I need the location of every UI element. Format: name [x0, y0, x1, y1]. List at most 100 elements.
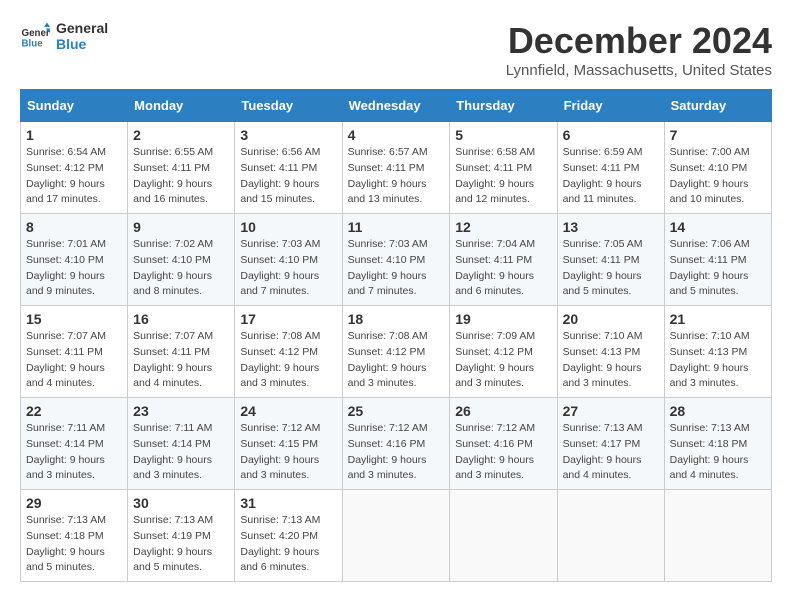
calendar-cell: 27 Sunrise: 7:13 AM Sunset: 4:17 PM Dayl… [557, 398, 664, 490]
calendar-week-row: 8 Sunrise: 7:01 AM Sunset: 4:10 PM Dayli… [21, 214, 772, 306]
day-of-week-header: Friday [557, 90, 664, 122]
calendar-week-row: 15 Sunrise: 7:07 AM Sunset: 4:11 PM Dayl… [21, 306, 772, 398]
calendar: SundayMondayTuesdayWednesdayThursdayFrid… [20, 89, 772, 582]
day-number: 1 [26, 127, 122, 143]
day-number: 16 [133, 311, 229, 327]
day-detail: Sunrise: 7:03 AM Sunset: 4:10 PM Dayligh… [240, 237, 336, 300]
calendar-cell: 19 Sunrise: 7:09 AM Sunset: 4:12 PM Dayl… [450, 306, 557, 398]
day-number: 9 [133, 219, 229, 235]
day-of-week-header: Monday [128, 90, 235, 122]
day-detail: Sunrise: 7:10 AM Sunset: 4:13 PM Dayligh… [563, 329, 659, 392]
day-number: 5 [455, 127, 551, 143]
day-of-week-header: Sunday [21, 90, 128, 122]
day-number: 28 [670, 403, 766, 419]
day-number: 4 [348, 127, 445, 143]
calendar-cell: 4 Sunrise: 6:57 AM Sunset: 4:11 PM Dayli… [342, 122, 450, 214]
day-detail: Sunrise: 7:12 AM Sunset: 4:16 PM Dayligh… [348, 421, 445, 484]
day-detail: Sunrise: 6:59 AM Sunset: 4:11 PM Dayligh… [563, 145, 659, 208]
calendar-cell: 25 Sunrise: 7:12 AM Sunset: 4:16 PM Dayl… [342, 398, 450, 490]
svg-text:General: General [22, 28, 51, 39]
day-number: 13 [563, 219, 659, 235]
day-number: 26 [455, 403, 551, 419]
calendar-cell: 12 Sunrise: 7:04 AM Sunset: 4:11 PM Dayl… [450, 214, 557, 306]
day-number: 20 [563, 311, 659, 327]
day-of-week-header: Thursday [450, 90, 557, 122]
day-detail: Sunrise: 7:07 AM Sunset: 4:11 PM Dayligh… [133, 329, 229, 392]
day-detail: Sunrise: 6:54 AM Sunset: 4:12 PM Dayligh… [26, 145, 122, 208]
header: General Blue General Blue December 2024 … [20, 20, 772, 79]
day-detail: Sunrise: 7:04 AM Sunset: 4:11 PM Dayligh… [455, 237, 551, 300]
day-number: 22 [26, 403, 122, 419]
day-number: 18 [348, 311, 445, 327]
day-number: 6 [563, 127, 659, 143]
day-detail: Sunrise: 7:08 AM Sunset: 4:12 PM Dayligh… [240, 329, 336, 392]
day-detail: Sunrise: 7:13 AM Sunset: 4:18 PM Dayligh… [26, 513, 122, 576]
day-of-week-header: Saturday [664, 90, 771, 122]
day-number: 11 [348, 219, 445, 235]
day-detail: Sunrise: 7:10 AM Sunset: 4:13 PM Dayligh… [670, 329, 766, 392]
calendar-cell: 24 Sunrise: 7:12 AM Sunset: 4:15 PM Dayl… [235, 398, 342, 490]
day-detail: Sunrise: 7:13 AM Sunset: 4:19 PM Dayligh… [133, 513, 229, 576]
calendar-cell: 17 Sunrise: 7:08 AM Sunset: 4:12 PM Dayl… [235, 306, 342, 398]
day-number: 15 [26, 311, 122, 327]
calendar-week-row: 1 Sunrise: 6:54 AM Sunset: 4:12 PM Dayli… [21, 122, 772, 214]
logo-text-line2: Blue [56, 36, 108, 52]
day-detail: Sunrise: 7:13 AM Sunset: 4:20 PM Dayligh… [240, 513, 336, 576]
logo-icon: General Blue [20, 21, 50, 51]
calendar-cell [342, 490, 450, 582]
calendar-cell: 20 Sunrise: 7:10 AM Sunset: 4:13 PM Dayl… [557, 306, 664, 398]
day-number: 17 [240, 311, 336, 327]
day-number: 3 [240, 127, 336, 143]
calendar-cell: 6 Sunrise: 6:59 AM Sunset: 4:11 PM Dayli… [557, 122, 664, 214]
logo-text-line1: General [56, 20, 108, 36]
calendar-cell: 29 Sunrise: 7:13 AM Sunset: 4:18 PM Dayl… [21, 490, 128, 582]
calendar-cell: 21 Sunrise: 7:10 AM Sunset: 4:13 PM Dayl… [664, 306, 771, 398]
day-detail: Sunrise: 7:02 AM Sunset: 4:10 PM Dayligh… [133, 237, 229, 300]
calendar-cell: 3 Sunrise: 6:56 AM Sunset: 4:11 PM Dayli… [235, 122, 342, 214]
day-detail: Sunrise: 7:07 AM Sunset: 4:11 PM Dayligh… [26, 329, 122, 392]
calendar-cell: 30 Sunrise: 7:13 AM Sunset: 4:19 PM Dayl… [128, 490, 235, 582]
day-detail: Sunrise: 7:01 AM Sunset: 4:10 PM Dayligh… [26, 237, 122, 300]
day-detail: Sunrise: 7:13 AM Sunset: 4:17 PM Dayligh… [563, 421, 659, 484]
calendar-cell: 23 Sunrise: 7:11 AM Sunset: 4:14 PM Dayl… [128, 398, 235, 490]
calendar-cell: 2 Sunrise: 6:55 AM Sunset: 4:11 PM Dayli… [128, 122, 235, 214]
day-detail: Sunrise: 7:08 AM Sunset: 4:12 PM Dayligh… [348, 329, 445, 392]
calendar-cell: 31 Sunrise: 7:13 AM Sunset: 4:20 PM Dayl… [235, 490, 342, 582]
day-number: 19 [455, 311, 551, 327]
calendar-cell: 13 Sunrise: 7:05 AM Sunset: 4:11 PM Dayl… [557, 214, 664, 306]
calendar-cell: 28 Sunrise: 7:13 AM Sunset: 4:18 PM Dayl… [664, 398, 771, 490]
calendar-cell [664, 490, 771, 582]
day-detail: Sunrise: 7:06 AM Sunset: 4:11 PM Dayligh… [670, 237, 766, 300]
calendar-header-row: SundayMondayTuesdayWednesdayThursdayFrid… [21, 90, 772, 122]
calendar-cell: 18 Sunrise: 7:08 AM Sunset: 4:12 PM Dayl… [342, 306, 450, 398]
calendar-week-row: 22 Sunrise: 7:11 AM Sunset: 4:14 PM Dayl… [21, 398, 772, 490]
day-number: 8 [26, 219, 122, 235]
day-number: 7 [670, 127, 766, 143]
day-detail: Sunrise: 7:11 AM Sunset: 4:14 PM Dayligh… [133, 421, 229, 484]
calendar-cell: 14 Sunrise: 7:06 AM Sunset: 4:11 PM Dayl… [664, 214, 771, 306]
month-title: December 2024 [506, 20, 772, 62]
title-area: December 2024 Lynnfield, Massachusetts, … [506, 20, 772, 79]
day-detail: Sunrise: 6:58 AM Sunset: 4:11 PM Dayligh… [455, 145, 551, 208]
logo: General Blue General Blue [20, 20, 108, 52]
calendar-cell: 9 Sunrise: 7:02 AM Sunset: 4:10 PM Dayli… [128, 214, 235, 306]
day-detail: Sunrise: 7:13 AM Sunset: 4:18 PM Dayligh… [670, 421, 766, 484]
day-number: 25 [348, 403, 445, 419]
calendar-cell: 8 Sunrise: 7:01 AM Sunset: 4:10 PM Dayli… [21, 214, 128, 306]
svg-text:Blue: Blue [22, 39, 44, 50]
day-number: 12 [455, 219, 551, 235]
day-number: 2 [133, 127, 229, 143]
day-number: 23 [133, 403, 229, 419]
day-detail: Sunrise: 7:11 AM Sunset: 4:14 PM Dayligh… [26, 421, 122, 484]
location-title: Lynnfield, Massachusetts, United States [506, 62, 772, 79]
calendar-cell: 7 Sunrise: 7:00 AM Sunset: 4:10 PM Dayli… [664, 122, 771, 214]
calendar-cell: 10 Sunrise: 7:03 AM Sunset: 4:10 PM Dayl… [235, 214, 342, 306]
day-detail: Sunrise: 6:55 AM Sunset: 4:11 PM Dayligh… [133, 145, 229, 208]
day-number: 21 [670, 311, 766, 327]
day-number: 31 [240, 495, 336, 511]
day-of-week-header: Wednesday [342, 90, 450, 122]
day-detail: Sunrise: 6:57 AM Sunset: 4:11 PM Dayligh… [348, 145, 445, 208]
calendar-week-row: 29 Sunrise: 7:13 AM Sunset: 4:18 PM Dayl… [21, 490, 772, 582]
day-number: 27 [563, 403, 659, 419]
day-number: 24 [240, 403, 336, 419]
